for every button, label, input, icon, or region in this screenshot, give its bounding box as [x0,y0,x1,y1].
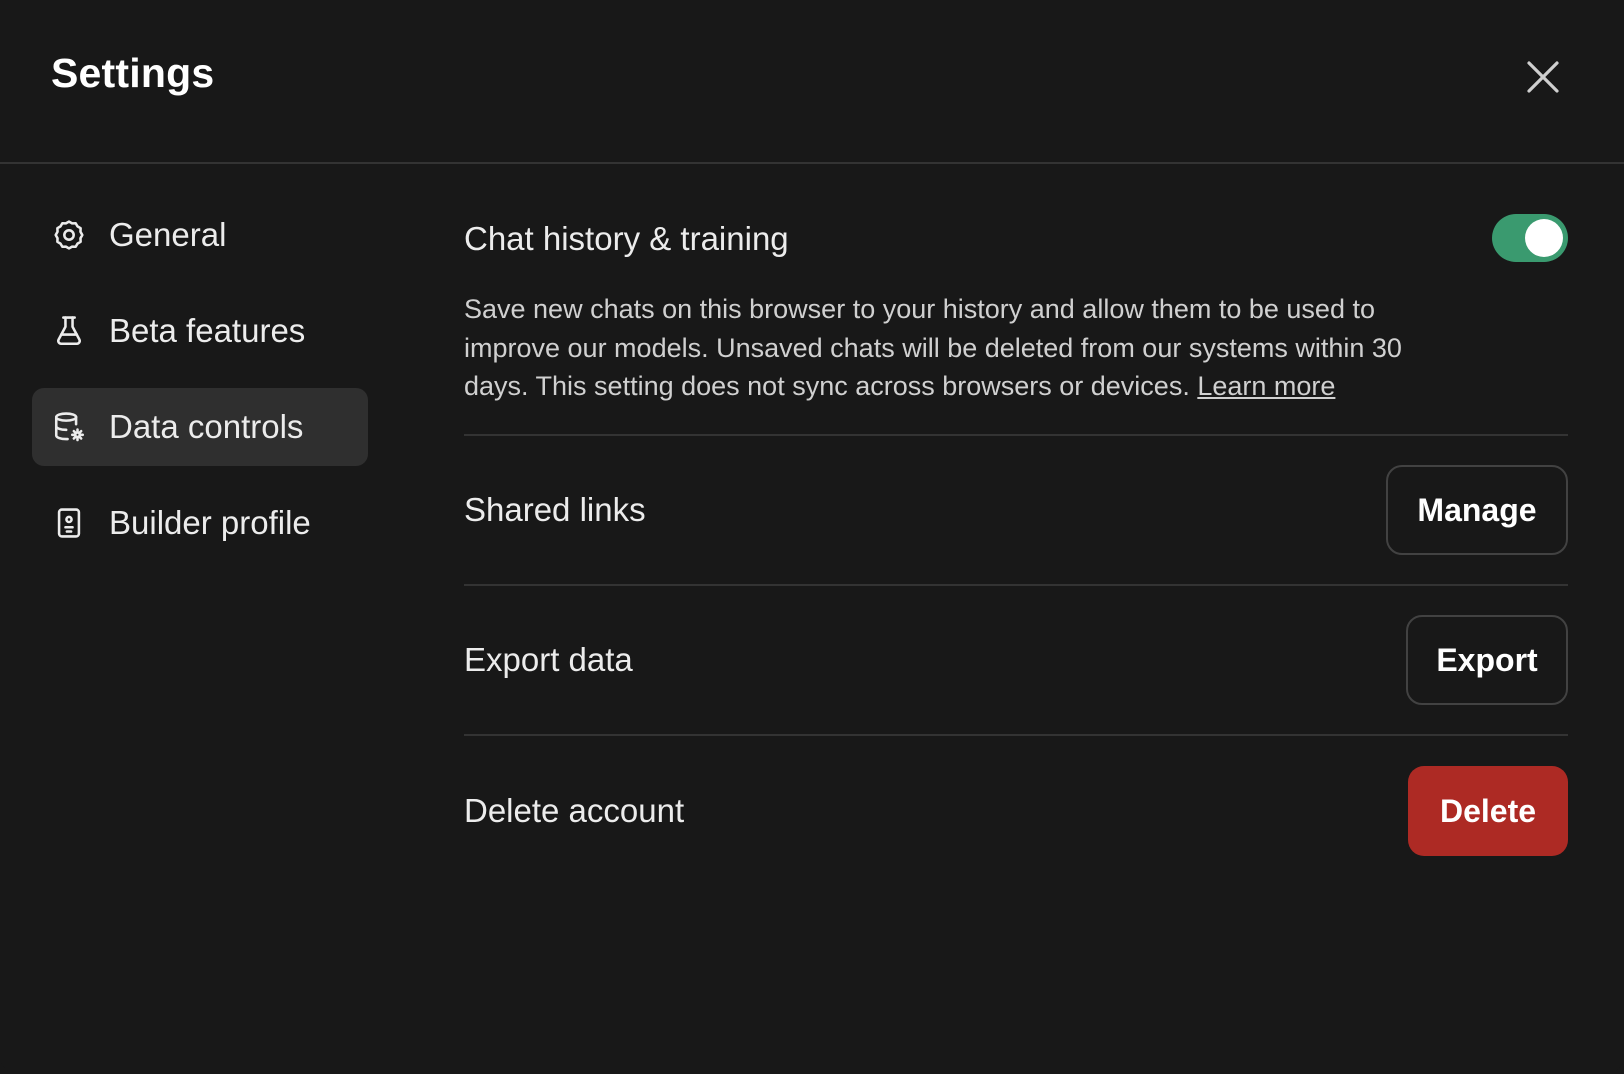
shared-links-row: Shared links Manage [464,436,1568,586]
database-settings-icon [52,410,86,444]
sidebar-item-label: Beta features [109,312,306,349]
sidebar-item-beta-features[interactable]: Beta features [32,292,368,370]
delete-account-row: Delete account Delete [464,736,1568,886]
export-data-row: Export data Export [464,586,1568,736]
close-icon [1526,60,1560,94]
chat-history-toggle[interactable] [1492,214,1568,262]
chat-history-title: Chat history & training [464,220,789,257]
export-data-label: Export data [464,641,633,678]
sidebar-item-label: Builder profile [109,504,311,541]
sidebar-item-general[interactable]: General [32,196,368,274]
delete-button[interactable]: Delete [1408,766,1568,856]
sidebar-item-label: Data controls [109,408,304,445]
page-title: Settings [51,50,215,96]
toggle-knob [1525,219,1563,257]
sidebar-item-builder-profile[interactable]: Builder profile [32,484,368,562]
gear-icon [52,218,86,252]
manage-button[interactable]: Manage [1386,465,1568,555]
data-controls-panel: Chat history & training Save new chats o… [464,196,1568,886]
id-badge-icon [52,506,86,540]
close-button[interactable] [1520,54,1566,100]
sidebar-item-label: General [109,216,227,253]
settings-sidebar: General Beta features Data controls Buil… [32,196,368,580]
settings-modal: Settings General Beta features Data cont… [0,0,1624,1074]
learn-more-link[interactable]: Learn more [1197,371,1335,401]
export-button[interactable]: Export [1406,615,1568,705]
chat-history-section: Chat history & training Save new chats o… [464,196,1568,436]
flask-icon [52,314,86,348]
sidebar-item-data-controls[interactable]: Data controls [32,388,368,466]
chat-history-description: Save new chats on this browser to your h… [464,290,1424,406]
settings-header: Settings [0,0,1624,164]
shared-links-label: Shared links [464,491,646,528]
delete-account-label: Delete account [464,792,685,829]
